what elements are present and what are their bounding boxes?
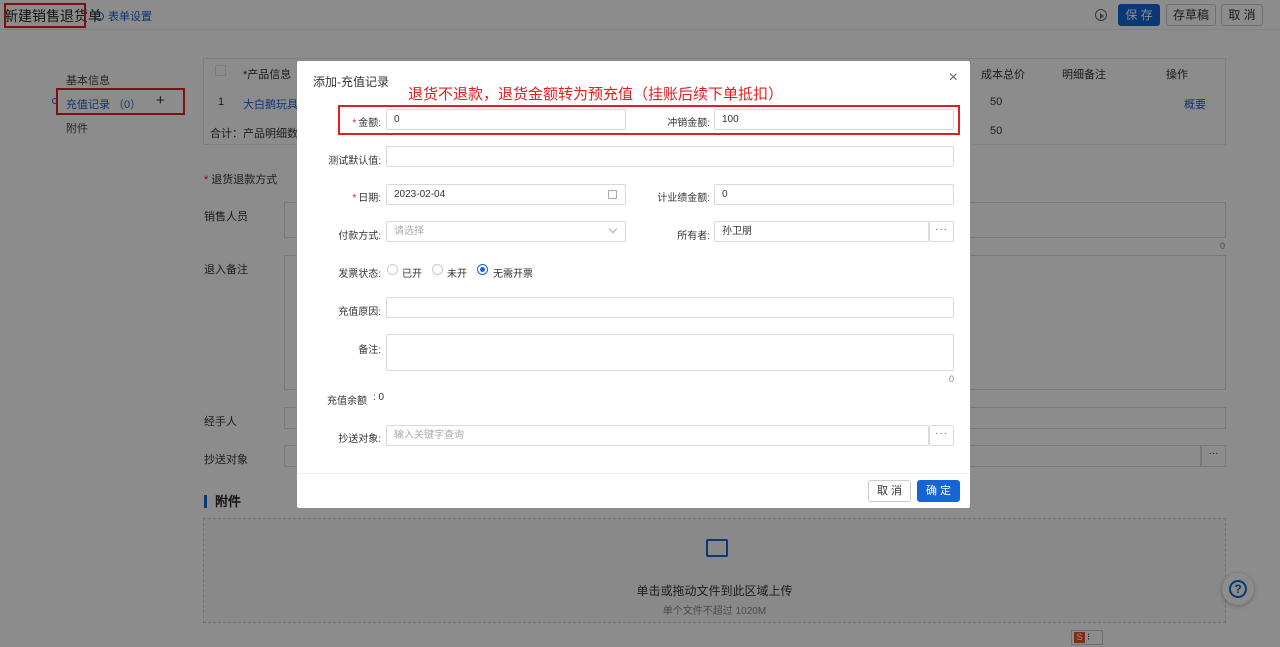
test-default-input[interactable] xyxy=(386,146,954,167)
invoice-radio-issued[interactable] xyxy=(387,264,398,275)
modal-confirm-button[interactable]: 确 定 xyxy=(917,480,960,502)
performance-amount-input[interactable]: 0 xyxy=(714,184,954,205)
recharge-balance-value: : 0 xyxy=(373,392,385,403)
recharge-reason-input[interactable] xyxy=(386,297,954,318)
recharge-reason-label: 充值原因: xyxy=(338,307,381,318)
amount-input[interactable]: 0 xyxy=(386,109,626,130)
invoice-option-not-issued[interactable]: 未开 xyxy=(447,265,467,280)
remark-counter: 0 xyxy=(949,374,955,384)
payment-method-label: 付款方式: xyxy=(338,231,381,242)
modal-cc-more-button[interactable]: ··· xyxy=(929,425,954,446)
date-picker[interactable]: 2023-02-04 xyxy=(386,184,626,205)
payment-method-select[interactable]: 请选择 xyxy=(386,221,626,242)
offset-amount-label: 冲销金额: xyxy=(667,118,710,129)
performance-amount-label: 计业绩金额: xyxy=(657,193,710,204)
owner-input[interactable]: 孙卫朋 xyxy=(714,221,929,242)
owner-more-button[interactable]: ··· xyxy=(929,221,954,242)
annotation-note: 退货不退款，退货金额转为预充值（挂账后续下单抵扣） xyxy=(408,85,784,103)
modal-cc-input[interactable]: 输入关键字查询 xyxy=(386,425,929,446)
owner-label: 所有者: xyxy=(677,231,710,242)
invoice-radio-not-issued[interactable] xyxy=(432,264,443,275)
invoice-status-label: 发票状态: xyxy=(338,269,381,280)
test-default-label: 测试默认值: xyxy=(328,156,381,167)
remark-textarea[interactable] xyxy=(386,334,954,371)
recharge-balance-label: 充值余额 xyxy=(327,396,367,407)
payment-placeholder: 请选择 xyxy=(394,226,424,237)
offset-amount-input[interactable]: 100 xyxy=(714,109,954,130)
modal-footer-divider xyxy=(297,473,970,474)
date-value: 2023-02-04 xyxy=(394,189,446,200)
add-recharge-modal: 添加-充值记录 × 退货不退款，退货金额转为预充值（挂账后续下单抵扣） * 金额:… xyxy=(297,61,970,508)
invoice-option-no-invoice[interactable]: 无需开票 xyxy=(493,265,533,280)
amount-label: * 金额: xyxy=(352,118,381,129)
date-label: * 日期: xyxy=(352,193,381,204)
chevron-down-icon xyxy=(608,224,618,234)
modal-title: 添加-充值记录 xyxy=(313,75,389,89)
calendar-icon xyxy=(608,190,617,199)
modal-cc-label: 抄送对象: xyxy=(338,434,381,445)
modal-cancel-button[interactable]: 取 消 xyxy=(868,480,911,502)
invoice-option-issued[interactable]: 已开 xyxy=(402,265,422,280)
remark-label: 备注: xyxy=(358,345,381,356)
close-icon[interactable]: × xyxy=(949,69,958,87)
invoice-radio-no-invoice[interactable] xyxy=(477,264,488,275)
